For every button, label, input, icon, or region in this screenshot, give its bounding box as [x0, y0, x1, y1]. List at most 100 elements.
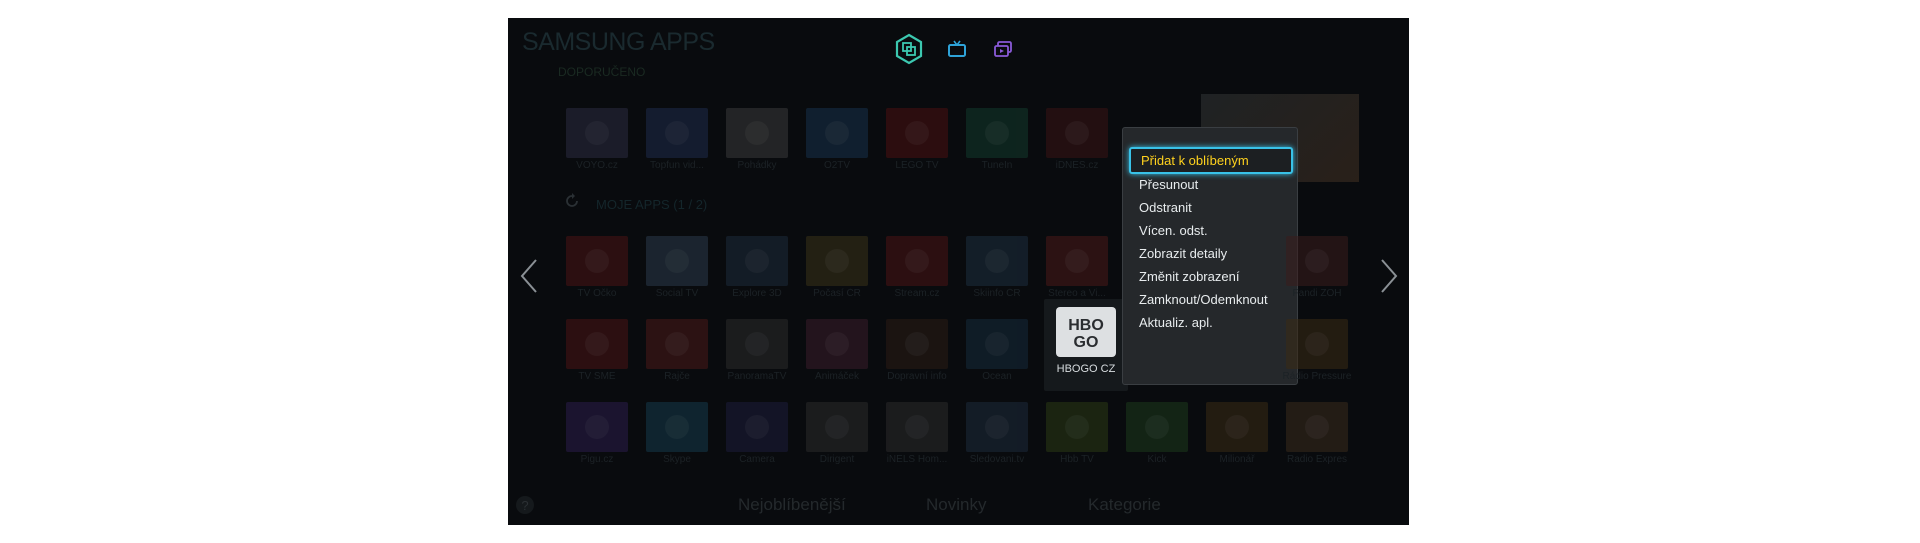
app-tile[interactable] — [1286, 319, 1348, 369]
panorama-icon — [745, 332, 769, 356]
app-tile-label: Ocean — [982, 371, 1012, 382]
app-tile[interactable] — [966, 236, 1028, 286]
app-tile[interactable] — [886, 236, 948, 286]
app-tile-label: Dirigent — [819, 454, 855, 465]
radio-pressure-icon — [1305, 332, 1329, 356]
app-tile-label: Dopravní info — [887, 371, 947, 382]
fandi-icon — [1305, 249, 1329, 273]
animacek-icon — [825, 332, 849, 356]
app-tile[interactable] — [646, 402, 708, 452]
app-tile[interactable] — [1206, 402, 1268, 452]
traffic-icon — [905, 332, 929, 356]
kick-icon — [1145, 415, 1169, 439]
app-tile-label: Social TV — [655, 288, 699, 299]
rajce-icon — [665, 332, 689, 356]
app-tile[interactable] — [886, 108, 948, 158]
app-tile-label: VOYO.cz — [576, 160, 618, 171]
multiscreen-icon — [994, 41, 1012, 57]
stereo-icon — [1065, 249, 1089, 273]
app-tile[interactable] — [726, 236, 788, 286]
ocko-icon — [585, 249, 609, 273]
app-tile-label: Radio Expres — [1286, 454, 1348, 465]
pigu-icon — [585, 415, 609, 439]
app-tile-label: Skiinfo ČR — [973, 288, 1021, 299]
app-tile[interactable] — [566, 402, 628, 452]
app-tile-label: PanoramaTV — [727, 371, 787, 382]
social-tv-icon — [665, 249, 689, 273]
app-tile[interactable] — [1046, 236, 1108, 286]
app-tile[interactable] — [1286, 236, 1348, 286]
app-tile[interactable] — [646, 236, 708, 286]
hbbtv-icon — [1065, 415, 1089, 439]
apps-icon — [895, 33, 923, 65]
radio-expres-icon — [1305, 415, 1329, 439]
context-menu-item-lock-unlock[interactable]: Zamknout/Odemknout — [1139, 292, 1268, 307]
tv-sme-icon — [585, 332, 609, 356]
app-tile-label: TV SME — [578, 371, 616, 382]
camera-icon — [745, 415, 769, 439]
refresh-icon — [566, 193, 578, 207]
app-tile[interactable] — [646, 108, 708, 158]
app-tile-label: O2TV — [823, 160, 851, 171]
context-menu-item-update[interactable]: Aktualiz. apl. — [1139, 315, 1213, 330]
app-tile[interactable] — [646, 319, 708, 369]
tab-whats-new[interactable]: Novinky — [926, 495, 986, 515]
milionar-icon — [1225, 415, 1249, 439]
context-menu-item-add-favorite[interactable]: Přidat k oblíbeným — [1129, 147, 1293, 174]
app-tile[interactable] — [886, 319, 948, 369]
app-tile[interactable] — [1046, 108, 1108, 158]
app-tile[interactable] — [726, 402, 788, 452]
sledovani-icon — [985, 415, 1009, 439]
tv-tab[interactable] — [940, 32, 974, 66]
app-tile[interactable] — [806, 402, 868, 452]
context-menu-item-label: Přidat k oblíbeným — [1141, 153, 1249, 168]
hbogo-tile-focused[interactable]: HBO GO HBOGO CZ — [1044, 299, 1128, 391]
app-tile[interactable] — [566, 236, 628, 286]
app-tile[interactable] — [966, 108, 1028, 158]
app-tile[interactable] — [726, 319, 788, 369]
context-menu: Přidat k oblíbeným Přesunout Odstranit V… — [1122, 127, 1298, 385]
multiscreen-tab[interactable] — [986, 32, 1020, 66]
app-tile[interactable] — [966, 402, 1028, 452]
topfun-icon — [665, 121, 689, 145]
app-tile[interactable] — [806, 319, 868, 369]
nav-right-arrow-icon[interactable] — [1378, 256, 1400, 296]
context-menu-item-change-view[interactable]: Změnit zobrazení — [1139, 269, 1239, 284]
svg-text:HBO: HBO — [1068, 317, 1104, 334]
hbogo-label: HBOGO CZ — [1056, 363, 1116, 375]
app-tile[interactable] — [1126, 402, 1188, 452]
help-icon[interactable]: ? — [516, 496, 534, 514]
app-tile[interactable] — [806, 108, 868, 158]
app-tile[interactable] — [566, 319, 628, 369]
stream-icon — [905, 249, 929, 273]
app-tile[interactable] — [886, 402, 948, 452]
page-title: SAMSUNG APPS — [522, 28, 715, 56]
apps-tab[interactable] — [892, 32, 926, 66]
nav-left-arrow-icon[interactable] — [518, 256, 540, 296]
app-tile[interactable] — [566, 108, 628, 158]
app-tile[interactable] — [1046, 402, 1108, 452]
app-tile-label: Pigu.cz — [580, 454, 614, 465]
app-tile-label: Fandi ZOH — [1292, 288, 1342, 299]
app-tile-label: TuneIn — [981, 160, 1013, 171]
app-tile[interactable] — [726, 108, 788, 158]
app-tile[interactable] — [1286, 402, 1348, 452]
my-apps-section-label: MOJE APPS (1 / 2) — [596, 197, 708, 212]
pohadky-icon — [745, 121, 769, 145]
context-menu-item-move[interactable]: Přesunout — [1139, 177, 1198, 192]
app-tile-label: Skype — [663, 454, 691, 465]
app-tile[interactable] — [966, 319, 1028, 369]
idnes-icon — [1065, 121, 1089, 145]
app-tile[interactable] — [806, 236, 868, 286]
tunein-icon — [985, 121, 1009, 145]
app-tile-label: iDNES.cz — [1055, 160, 1099, 171]
o2tv-icon — [825, 121, 849, 145]
context-menu-item-multi-delete[interactable]: Vícen. odst. — [1139, 223, 1208, 238]
app-tile-label: Rajče — [664, 371, 690, 382]
context-menu-item-details[interactable]: Zobrazit detaily — [1139, 246, 1227, 261]
tab-categories[interactable]: Kategorie — [1088, 495, 1161, 515]
app-tile-label: TV Očko — [577, 288, 617, 299]
tab-most-popular[interactable]: Nejoblíbenější — [738, 495, 846, 515]
app-tile-label: Kick — [1147, 454, 1167, 465]
context-menu-item-delete[interactable]: Odstranit — [1139, 200, 1192, 215]
